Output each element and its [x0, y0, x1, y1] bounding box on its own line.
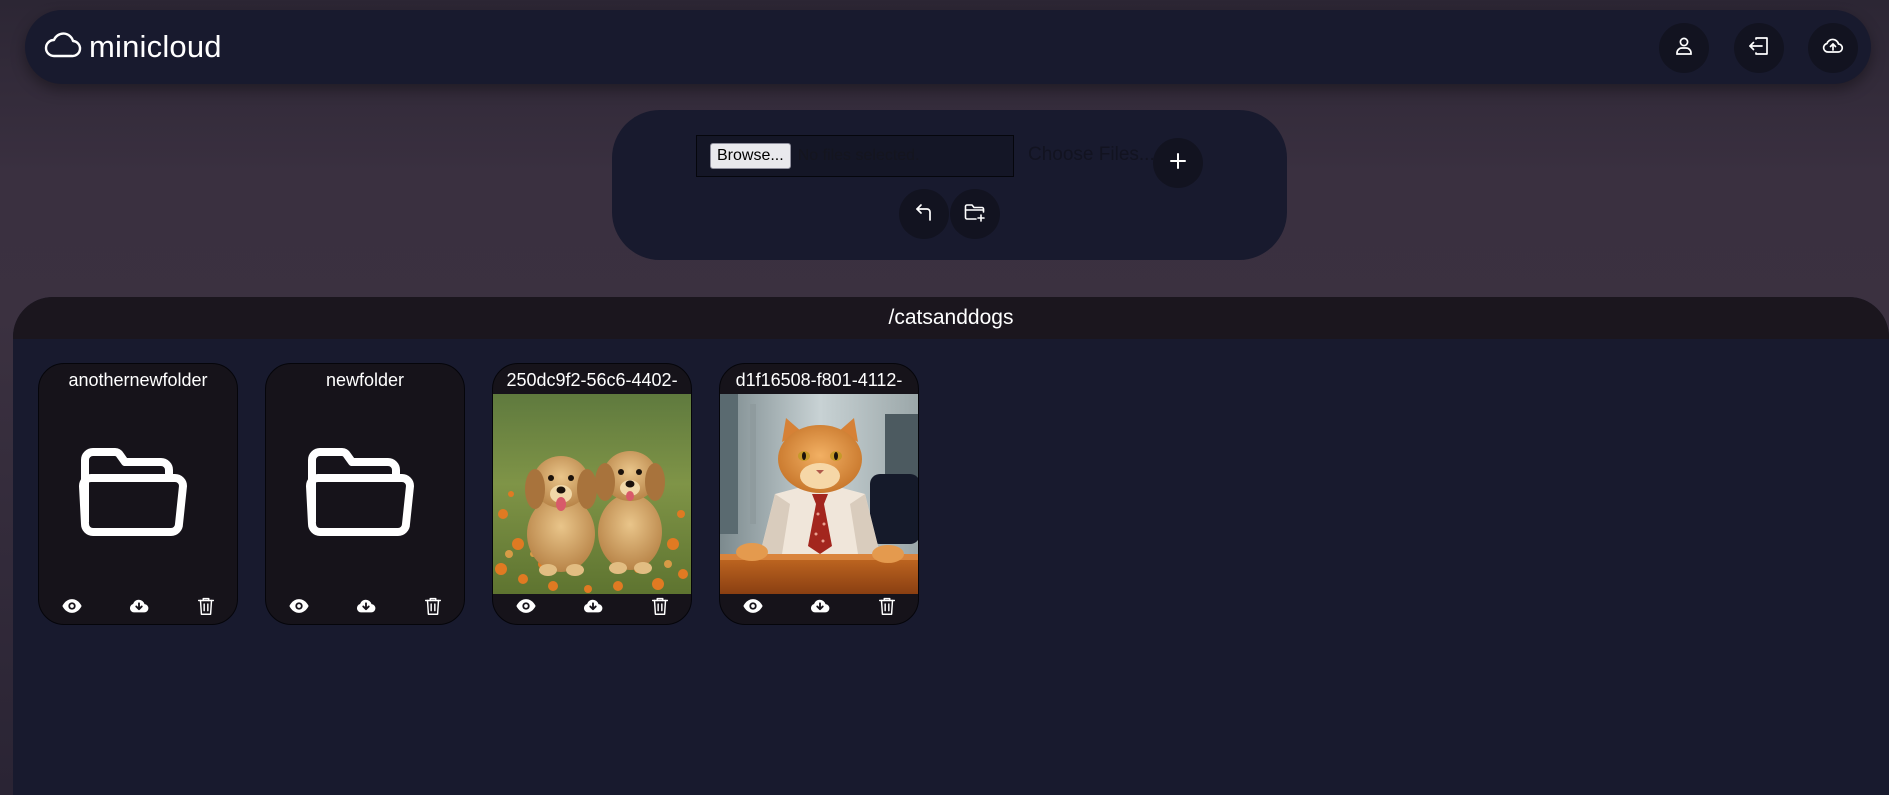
- trash-icon[interactable]: [421, 594, 445, 618]
- card-actions: [493, 592, 691, 620]
- cloud-logo-icon: [43, 25, 83, 70]
- brand[interactable]: minicloud: [43, 28, 222, 66]
- folder-plus-icon: [963, 200, 987, 229]
- current-path: /catsanddogs: [888, 306, 1014, 329]
- browse-button[interactable]: Browse...: [710, 143, 791, 169]
- user-icon: [1672, 34, 1696, 63]
- go-back-button[interactable]: [899, 189, 949, 239]
- folder-icon[interactable]: [302, 442, 414, 542]
- card-actions: [39, 592, 237, 620]
- logout-button[interactable]: [1734, 23, 1784, 73]
- file-card-folder[interactable]: anothernewfolder: [38, 363, 238, 625]
- card-actions: [266, 592, 464, 620]
- eye-icon[interactable]: [741, 594, 765, 618]
- brand-name: minicloud: [89, 29, 222, 64]
- card-actions: [720, 592, 918, 620]
- file-card-image[interactable]: d1f16508-f801-4112-: [719, 363, 919, 625]
- choose-files-label: Choose Files...: [1028, 144, 1155, 165]
- plus-icon: [1166, 149, 1190, 178]
- upload-add-button[interactable]: [1153, 138, 1203, 188]
- file-input[interactable]: Browse... No files selected.: [696, 135, 1014, 177]
- folder-icon[interactable]: [75, 442, 187, 542]
- eye-icon[interactable]: [287, 594, 311, 618]
- eye-icon[interactable]: [514, 594, 538, 618]
- trash-icon[interactable]: [194, 594, 218, 618]
- upload-cloud-button[interactable]: [1808, 23, 1858, 73]
- eye-icon[interactable]: [60, 594, 84, 618]
- file-card-folder[interactable]: newfolder: [265, 363, 465, 625]
- puppies-thumbnail[interactable]: [493, 394, 691, 594]
- top-navbar: minicloud: [25, 10, 1871, 84]
- cloud-upload-icon: [1821, 34, 1845, 63]
- trash-icon[interactable]: [648, 594, 672, 618]
- file-browser: /catsanddogs anothernewfolder newfolder: [13, 297, 1889, 795]
- file-name: anothernewfolder: [68, 370, 208, 390]
- file-name: 250dc9f2-56c6-4402-: [506, 370, 678, 390]
- new-folder-button[interactable]: [950, 189, 1000, 239]
- cloud-download-icon[interactable]: [581, 594, 605, 618]
- file-name: newfolder: [325, 370, 405, 390]
- logout-icon: [1747, 34, 1771, 63]
- file-card-image[interactable]: 250dc9f2-56c6-4402-: [492, 363, 692, 625]
- cloud-download-icon[interactable]: [354, 594, 378, 618]
- cat-thumbnail[interactable]: [720, 394, 918, 594]
- trash-icon[interactable]: [875, 594, 899, 618]
- file-name: d1f16508-f801-4112-: [735, 370, 903, 390]
- back-arrow-icon: [912, 200, 936, 229]
- profile-button[interactable]: [1659, 23, 1709, 73]
- file-status-text: No files selected.: [797, 147, 920, 164]
- path-bar: /catsanddogs: [13, 297, 1889, 339]
- cloud-download-icon[interactable]: [808, 594, 832, 618]
- cloud-download-icon[interactable]: [127, 594, 151, 618]
- upload-panel: Browse... No files selected. Choose File…: [612, 110, 1287, 260]
